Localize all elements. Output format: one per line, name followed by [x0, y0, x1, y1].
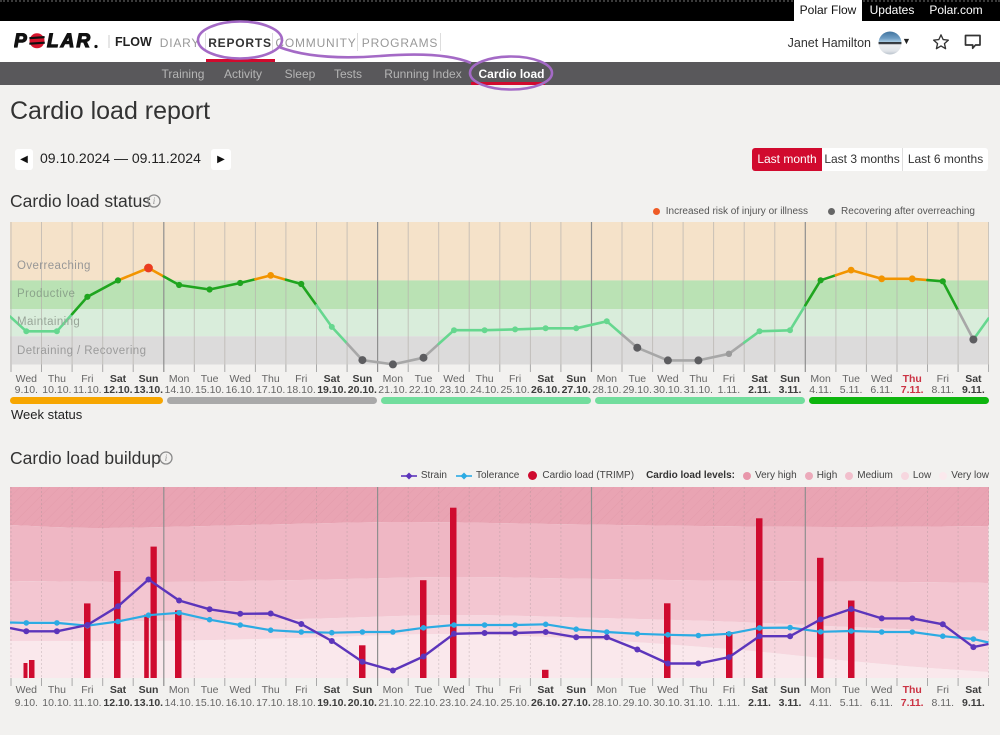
svg-text:i: i [153, 196, 156, 206]
svg-text:i: i [165, 453, 168, 463]
